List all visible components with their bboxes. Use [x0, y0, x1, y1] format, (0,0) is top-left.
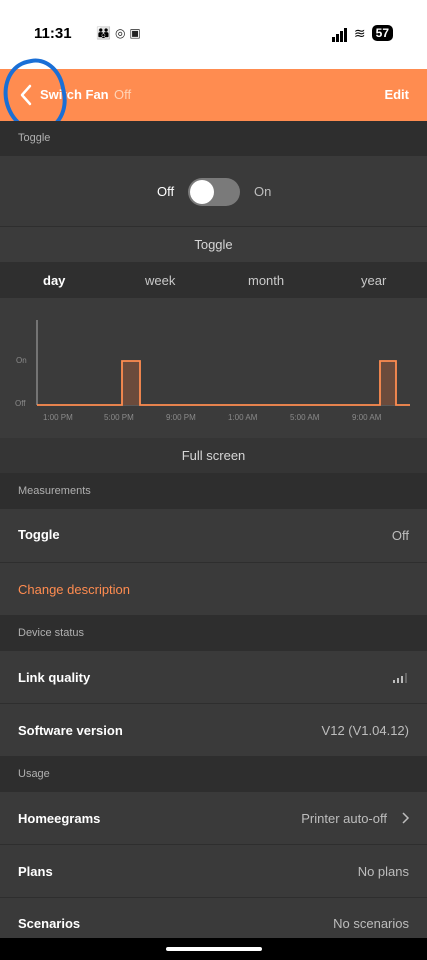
toggle-caption: Toggle — [194, 237, 233, 252]
section-label: Measurements — [18, 485, 91, 497]
signal-strength-icon — [393, 673, 407, 683]
link-quality-label: Link quality — [18, 670, 91, 685]
toggle-off-label: Off — [157, 184, 175, 199]
y-tick-on: On — [16, 356, 27, 365]
plans-value: No plans — [357, 864, 409, 879]
back-icon[interactable] — [16, 82, 38, 108]
toggle-history-chart: On Off 1:00 PM 5:00 PM 9:00 PM 1:00 AM 5… — [0, 298, 427, 438]
status-bar: 11:31 👪◎▣ ≋ 57 — [0, 0, 427, 69]
section-usage-header: Usage — [0, 757, 427, 792]
signal-icon — [331, 24, 348, 42]
home-indicator[interactable] — [166, 947, 262, 951]
software-version-label: Software version — [18, 723, 123, 738]
tab-year[interactable]: year — [361, 273, 386, 288]
homeegrams-label: Homeegrams — [18, 811, 101, 826]
series-line — [37, 360, 410, 406]
edit-button[interactable]: Edit — [384, 87, 409, 102]
y-tick-off: Off — [15, 399, 26, 408]
tab-month[interactable]: month — [248, 273, 284, 288]
plans-label: Plans — [18, 864, 53, 879]
scenarios-row[interactable]: Scenarios No scenarios — [0, 898, 427, 939]
battery-icon: 57 — [371, 25, 393, 41]
section-device-status-header: Device status — [0, 616, 427, 651]
change-description-link[interactable]: Change description — [18, 582, 130, 597]
section-label: Usage — [18, 768, 50, 780]
title-status: Off — [114, 87, 132, 102]
software-version-row: Software version V12 (V1.04.12) — [0, 704, 427, 757]
toggle-on-label: On — [254, 184, 272, 199]
scenarios-value: No scenarios — [333, 916, 409, 931]
x-tick: 5:00 PM — [104, 413, 134, 422]
x-tick: 1:00 AM — [228, 413, 258, 422]
home-indicator-area — [0, 938, 427, 960]
tab-week[interactable]: week — [145, 273, 175, 288]
x-tick: 9:00 PM — [166, 413, 196, 422]
section-label: Toggle — [18, 132, 51, 144]
on-fill-2 — [380, 361, 396, 405]
scenarios-label: Scenarios — [18, 916, 81, 931]
on-fill-1 — [122, 361, 140, 405]
chevron-right-icon — [402, 812, 410, 824]
toggle-switch[interactable] — [188, 178, 240, 206]
period-tabs: day week month year — [0, 262, 427, 298]
notification-icons: 👪◎▣ — [96, 26, 145, 40]
plans-row[interactable]: Plans No plans — [0, 845, 427, 898]
section-toggle-header: Toggle — [0, 121, 427, 156]
homeegrams-value: Printer auto-off — [301, 811, 387, 826]
section-label: Device status — [18, 627, 85, 639]
software-version-value: V12 (V1.04.12) — [321, 723, 409, 738]
measurement-toggle-label: Toggle — [18, 527, 60, 542]
full-screen-label: Full screen — [181, 448, 246, 463]
top-bar: Switch Fan Off Edit — [0, 69, 427, 121]
section-measurements-header: Measurements — [0, 474, 427, 509]
status-right: ≋ 57 — [331, 24, 393, 42]
status-time: 11:31 — [34, 25, 72, 42]
measurement-toggle-value: Off — [391, 528, 409, 543]
link-quality-row: Link quality — [0, 651, 427, 704]
full-screen-button[interactable]: Full screen — [0, 438, 427, 474]
wifi-icon: ≋ — [353, 24, 366, 41]
tab-day[interactable]: day — [43, 273, 65, 288]
page-title: Switch Fan — [40, 87, 109, 102]
toggle-knob — [190, 180, 214, 204]
x-tick: 9:00 AM — [352, 413, 382, 422]
homeegrams-row[interactable]: Homeegrams Printer auto-off — [0, 792, 427, 845]
x-tick: 1:00 PM — [43, 413, 73, 422]
x-tick: 5:00 AM — [290, 413, 320, 422]
change-description-row[interactable]: Change description — [0, 563, 427, 616]
measurement-toggle-row: Toggle Off — [0, 509, 427, 563]
